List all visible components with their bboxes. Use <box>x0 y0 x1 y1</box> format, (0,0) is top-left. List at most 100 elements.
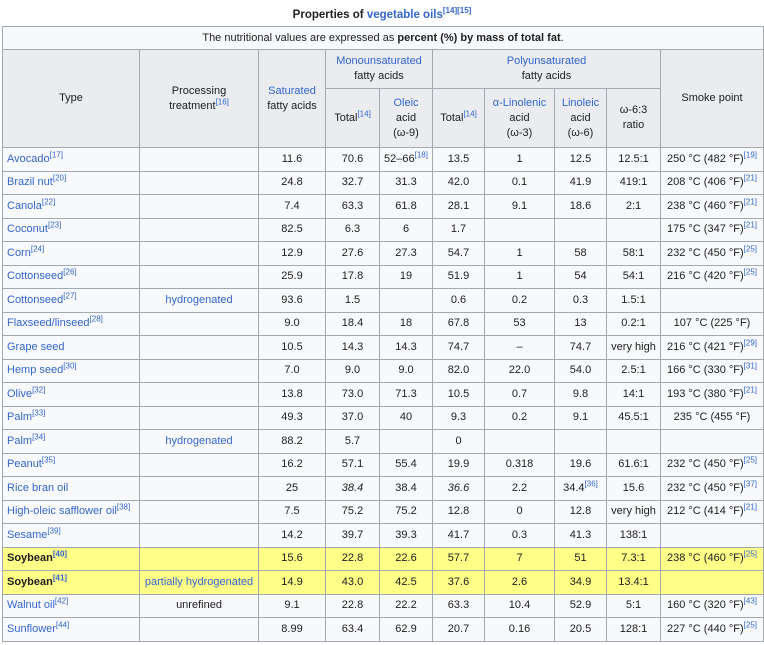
cell-ratio: 7.3:1 <box>606 546 661 571</box>
table-row: Sunflower[44] 8.99 63.4 62.9 20.7 0.16 20.5 128… <box>2 617 764 642</box>
cell-ratio: 1.5:1 <box>606 288 661 313</box>
cell-processing <box>139 217 259 242</box>
cell-sat: 82.5 <box>258 217 326 242</box>
cell-pt: 82.0 <box>432 358 485 383</box>
cell-mt: 17.8 <box>325 264 380 289</box>
cell-ala: 1 <box>484 241 555 266</box>
cell-ratio: 15.6 <box>606 476 661 501</box>
cell-type: Rice bran oil <box>2 476 140 501</box>
cell-smoke-point <box>659 523 764 548</box>
cell-pt: 19.9 <box>432 452 485 477</box>
cell-pt: 12.8 <box>432 499 485 524</box>
table-row: Soybean[40] 15.6 22.8 22.6 57.7 7 51 7.3:1 238 °… <box>2 546 764 571</box>
cell-ala: 10.4 <box>484 593 555 618</box>
header-poly: Polyunsaturated fatty acids <box>432 49 661 89</box>
cell-sat: 16.2 <box>258 452 326 477</box>
table-caption: Properties of vegetable oils[14][15] <box>0 0 764 23</box>
cell-pt: 28.1 <box>432 194 485 219</box>
cell-sat: 7.5 <box>258 499 326 524</box>
cell-ole: 42.5 <box>379 570 433 595</box>
cell-sat: 7.0 <box>258 358 326 383</box>
cell-smoke-point: 238 °C (460 °F)[25] <box>659 546 764 571</box>
table-row: Cottonseed[26] 25.9 17.8 19 51.9 1 54 54:1 216 °… <box>2 264 764 289</box>
cell-lin: 52.9 <box>554 593 607 618</box>
cell-pt: 54.7 <box>432 241 485 266</box>
note-row: The nutritional values are expressed as … <box>1 26 764 50</box>
cell-type: Avocado[17] <box>2 147 140 172</box>
cell-mt: 73.0 <box>325 382 380 407</box>
cell-ala: 22.0 <box>484 358 555 383</box>
cell-sat: 9.0 <box>258 311 326 336</box>
cell-ratio: 45.5:1 <box>606 405 661 430</box>
header-linoleic: Linoleic acid (ω-6) <box>554 88 607 148</box>
cell-ole <box>379 429 433 454</box>
cell-lin: 51 <box>554 546 607 571</box>
cell-smoke-point: 107 °C (225 °F) <box>659 311 764 336</box>
cell-smoke-point: 227 °C (440 °F)[25] <box>659 617 764 642</box>
cell-smoke-point: 235 °C (455 °F) <box>659 405 764 430</box>
cell-sat: 11.6 <box>258 147 326 172</box>
table-row: Soybean[41] partially hydrogenated 14.9 43.… <box>2 570 764 595</box>
cell-ole: 40 <box>379 405 433 430</box>
cell-ratio: very high <box>606 335 661 360</box>
cell-sat: 9.1 <box>258 593 326 618</box>
table-row: Olive[32] 13.8 73.0 71.3 10.5 0.7 9.8 14:1 193 °… <box>2 382 764 407</box>
cell-processing <box>139 241 259 266</box>
cell-type: Soybean[40] <box>2 546 140 571</box>
cell-sat: 8.99 <box>258 617 326 642</box>
cell-ole: 31.3 <box>379 170 433 195</box>
cell-mt: 43.0 <box>325 570 380 595</box>
cell-ratio: 58:1 <box>606 241 661 266</box>
table-row: Flaxseed/linseed[28] 9.0 18.4 18 67.8 53 13 0.2… <box>2 311 764 336</box>
cell-processing: unrefined <box>139 593 259 618</box>
vegetable-oils-link[interactable]: vegetable oils <box>367 9 443 21</box>
cell-type: Sunflower[44] <box>2 617 140 642</box>
cell-ala: 53 <box>484 311 555 336</box>
cell-ala: 0.318 <box>484 452 555 477</box>
cell-ratio: very high <box>606 499 661 524</box>
cell-ratio: 419:1 <box>606 170 661 195</box>
header-processing: Processing treatment[16] <box>139 49 259 148</box>
cell-ratio <box>606 217 661 242</box>
cell-smoke-point <box>659 429 764 454</box>
cell-type: Olive[32] <box>2 382 140 407</box>
cell-smoke-point: 232 °C (450 °F)[25] <box>659 241 764 266</box>
cell-lin: 58 <box>554 241 607 266</box>
cell-sat: 7.4 <box>258 194 326 219</box>
cell-ole: 9.0 <box>379 358 433 383</box>
cell-ala: 2.6 <box>484 570 555 595</box>
cell-mt: 18.4 <box>325 311 380 336</box>
cell-type: Corn[24] <box>2 241 140 266</box>
cell-processing: hydrogenated <box>139 288 259 313</box>
cell-pt: 63.3 <box>432 593 485 618</box>
cell-sat: 93.6 <box>258 288 326 313</box>
cell-lin: 0.3 <box>554 288 607 313</box>
cell-mt: 32.7 <box>325 170 380 195</box>
cell-sat: 25 <box>258 476 326 501</box>
caption-refs[interactable]: [14][15] <box>443 6 471 15</box>
cell-ole: 52–66[18] <box>379 147 433 172</box>
cell-pt: 0 <box>432 429 485 454</box>
cell-sat: 10.5 <box>258 335 326 360</box>
cell-smoke-point: 250 °C (482 °F)[19] <box>659 147 764 172</box>
cell-pt: 74.7 <box>432 335 485 360</box>
cell-processing <box>139 499 259 524</box>
cell-processing <box>139 358 259 383</box>
cell-mt: 57.1 <box>325 452 380 477</box>
cell-pt: 20.7 <box>432 617 485 642</box>
cell-ratio: 61.6:1 <box>606 452 661 477</box>
cell-lin: 12.5 <box>554 147 607 172</box>
cell-ala: 0.7 <box>484 382 555 407</box>
vegetable-oils-table: The nutritional values are expressed as … <box>1 26 764 642</box>
cell-sat: 12.9 <box>258 241 326 266</box>
cell-smoke-point: 238 °C (460 °F)[21] <box>659 194 764 219</box>
table-row: Hemp seed[30] 7.0 9.0 9.0 82.0 22.0 54.0 2.5:1 1… <box>2 358 764 383</box>
table-row: Peanut[35] 16.2 57.1 55.4 19.9 0.318 19.6 61.6:… <box>2 452 764 477</box>
cell-ratio: 0.2:1 <box>606 311 661 336</box>
cell-processing <box>139 405 259 430</box>
header-ratio: ω-6:3 ratio <box>606 88 661 148</box>
cell-type: Coconut[23] <box>2 217 140 242</box>
cell-sat: 88.2 <box>258 429 326 454</box>
header-mono: Monounsaturated fatty acids <box>325 49 433 89</box>
header-smoke-point[interactable]: Smoke point <box>659 49 764 148</box>
